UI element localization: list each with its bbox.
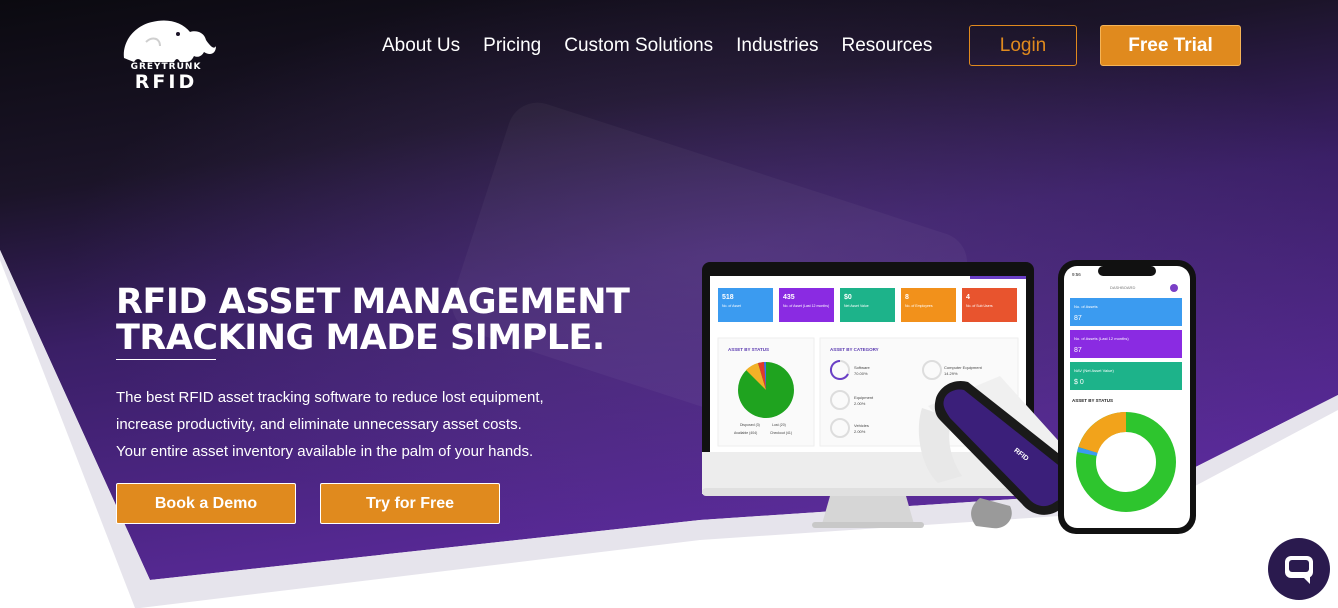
legend-lost: Lost (20)	[772, 423, 786, 427]
category-1-name: Computer Equipment	[944, 365, 983, 370]
try-free-button[interactable]: Try for Free	[320, 483, 500, 524]
headline-line-1: RFID ASSET MANAGEMENT	[116, 282, 630, 322]
category-3-name: Vehicles	[854, 423, 869, 428]
category-1-pct: 14.29%	[944, 371, 958, 376]
dash-card-value-2: $0	[844, 294, 852, 301]
subcopy-line-3: Your entire asset inventory available in…	[116, 443, 534, 460]
asset-status-title: ASSET BY STATUS	[728, 347, 769, 352]
headline-divider	[116, 359, 216, 360]
phone-card-label-1: No. of Assets (Last 12 months)	[1074, 336, 1129, 341]
dash-card-value-3: 8	[905, 294, 909, 301]
brand-name-bottom: RFID	[134, 71, 198, 93]
dash-card-value-0: 518	[722, 294, 734, 301]
headline-line-2: TRACKING MADE SIMPLE.	[116, 318, 605, 358]
dash-card-label-3: No. of Employees	[905, 304, 933, 308]
phone-card-value-2: $ 0	[1074, 379, 1084, 386]
phone-card-1	[1070, 330, 1182, 358]
category-0-pct: 70.00%	[854, 371, 868, 376]
chat-bubble-icon	[1285, 556, 1313, 584]
subcopy-line-1: The best RFID asset tracking software to…	[116, 389, 544, 406]
dash-card-label-4: No. of Sub Users	[966, 304, 993, 308]
devices-illustration: 518 435 $0 8 4 No. of Asset No. of Asset…	[702, 260, 1196, 534]
phone-card-value-1: 87	[1074, 347, 1082, 354]
legend-checkout: Checkout (41)	[770, 431, 792, 435]
legend-disposed: Disposed (3)	[740, 423, 760, 427]
nav-custom-solutions[interactable]: Custom Solutions	[564, 34, 713, 58]
phone-time: 9:56	[1072, 272, 1081, 277]
hero-section: GREYTRUNK RFID About Us Pricing Custom S…	[0, 0, 1338, 608]
subcopy-line-2: increase productivity, and eliminate unn…	[116, 416, 522, 433]
category-2-pct: 2.00%	[854, 401, 866, 406]
category-2-name: Equipment	[854, 395, 874, 400]
nav-industries[interactable]: Industries	[736, 34, 818, 58]
dash-card-label-1: No. of Asset (Last 12 months)	[783, 304, 829, 308]
category-0-name: Software	[854, 365, 871, 370]
hero-subcopy: The best RFID asset tracking software to…	[116, 384, 596, 465]
phone-title: DASHBOARD	[1110, 285, 1135, 290]
phone-card-2	[1070, 362, 1182, 390]
phone-card-value-0: 87	[1074, 315, 1082, 322]
nav-resources[interactable]: Resources	[842, 34, 933, 58]
phone-card-0	[1070, 298, 1182, 326]
phone-card-label-0: No. of Assets	[1074, 304, 1098, 309]
phone-card-label-2: NAV (Net Asset Value)	[1074, 368, 1115, 373]
nav-pricing[interactable]: Pricing	[483, 34, 541, 58]
main-nav: About Us Pricing Custom Solutions Indust…	[382, 34, 955, 58]
hero-headline: RFID ASSET MANAGEMENT TRACKING MADE SIMP…	[116, 284, 676, 356]
dash-card-value-1: 435	[783, 294, 795, 301]
legend-available: Available (404)	[734, 431, 757, 435]
asset-category-title: ASSET BY CATEGORY	[830, 347, 879, 352]
category-3-pct: 2.00%	[854, 429, 866, 434]
book-demo-button[interactable]: Book a Demo	[116, 483, 296, 524]
dash-card-value-4: 4	[966, 294, 970, 301]
free-trial-button[interactable]: Free Trial	[1100, 25, 1241, 66]
login-button[interactable]: Login	[969, 25, 1077, 66]
phone: 9:56 DASHBOARD No. of Assets 87 No. of A…	[1058, 260, 1196, 534]
chat-button[interactable]	[1268, 538, 1330, 600]
phone-status-title: ASSET BY STATUS	[1072, 398, 1113, 403]
dash-card-label-0: No. of Asset	[722, 304, 741, 308]
nav-about-us[interactable]: About Us	[382, 34, 460, 58]
dash-card-label-2: Net Asset Value	[844, 304, 869, 308]
